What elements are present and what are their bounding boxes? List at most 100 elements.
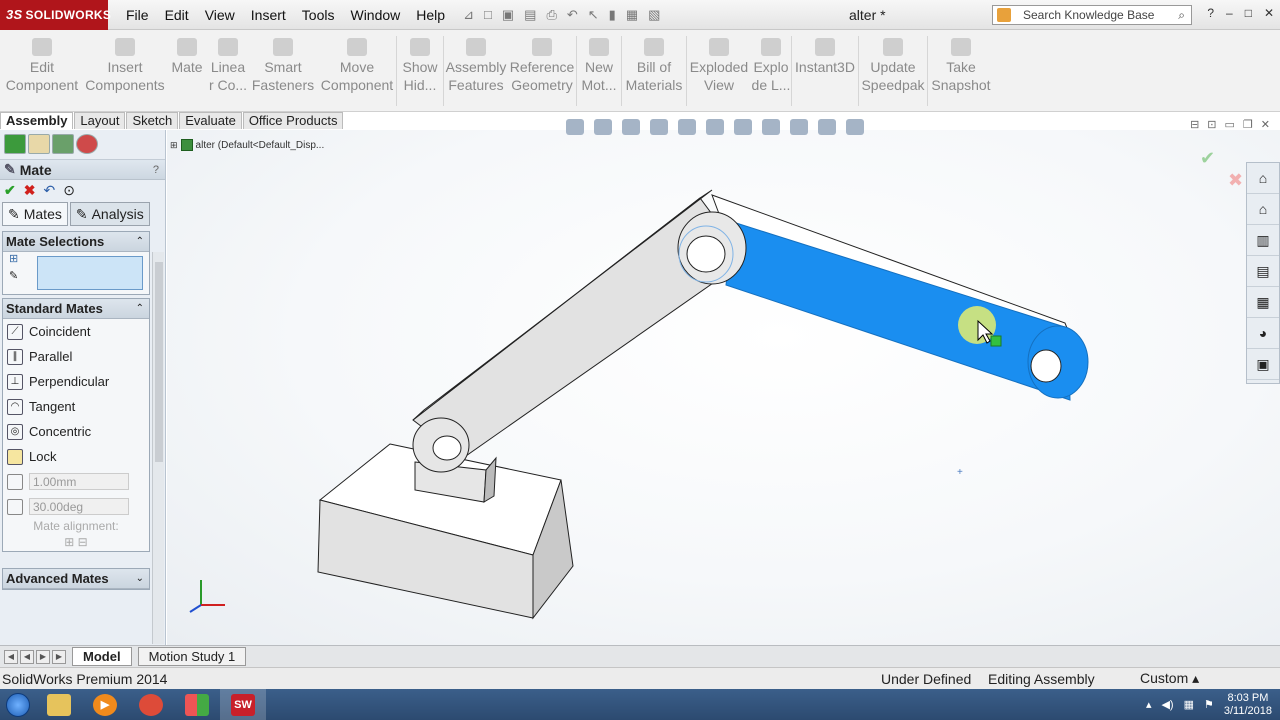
next-tab-icon[interactable]: ▶ xyxy=(36,649,50,664)
configuration-manager-tab-icon[interactable] xyxy=(52,134,74,154)
confirm-ok-icon[interactable]: ✔ xyxy=(1200,148,1215,169)
tab-evaluate[interactable]: Evaluate xyxy=(179,112,242,129)
property-manager-tab-icon[interactable] xyxy=(28,134,50,154)
volume-icon[interactable]: ◀) xyxy=(1161,698,1173,711)
clock[interactable]: 8:03 PM 3/11/2018 xyxy=(1224,692,1272,718)
design-library-icon[interactable]: ▥ xyxy=(1247,225,1279,256)
tab-layout[interactable]: Layout xyxy=(74,112,126,129)
tab-motion-study[interactable]: Motion Study 1 xyxy=(137,647,247,666)
undo-icon[interactable]: ↶ xyxy=(43,182,55,199)
edit-appearance-icon[interactable] xyxy=(790,119,808,135)
exploded-view-button[interactable]: Exploded View xyxy=(687,30,751,94)
tray-arrow-icon[interactable]: ▴ xyxy=(1146,698,1152,711)
feature-tree-tab-icon[interactable] xyxy=(4,134,26,154)
menu-help[interactable]: Help xyxy=(408,0,453,30)
show-hidden-components-button[interactable]: Show Hid... xyxy=(397,30,443,94)
feature-tree-root[interactable]: ⊞ alter (Default<Default_Disp... xyxy=(170,139,324,151)
explorer-app[interactable] xyxy=(36,689,82,720)
expand-icon[interactable]: ⊞ xyxy=(170,140,178,151)
cancel-icon[interactable]: ✖ xyxy=(24,182,36,199)
new-icon[interactable]: □ xyxy=(484,7,492,23)
pushpin-icon[interactable]: ⊙ xyxy=(63,182,75,199)
search-icon[interactable]: ⌕ xyxy=(1178,8,1185,23)
tab-assembly[interactable]: Assembly xyxy=(0,112,74,129)
tab-mates[interactable]: ✎ Mates xyxy=(2,202,68,226)
display-manager-tab-icon[interactable] xyxy=(76,134,98,154)
help-icon[interactable]: ? xyxy=(1207,6,1214,20)
property-manager-scrollbar[interactable] xyxy=(152,252,164,644)
edit-component-button[interactable]: Edit Component xyxy=(0,30,84,94)
collapse-icon[interactable]: ⌃ xyxy=(136,303,144,314)
perpendicular-mate[interactable]: ⊥ Perpendicular xyxy=(3,369,149,394)
confirm-cancel-icon[interactable]: ✖ xyxy=(1228,170,1243,191)
angle-input[interactable] xyxy=(29,498,129,515)
update-speedpak-button[interactable]: Update Speedpak xyxy=(859,30,927,94)
distance-input[interactable] xyxy=(29,473,129,490)
custom-properties-icon[interactable]: ▣ xyxy=(1247,349,1279,380)
network-icon[interactable]: ▦ xyxy=(1184,698,1194,711)
ok-icon[interactable]: ✔ xyxy=(4,182,16,199)
scrollbar-thumb[interactable] xyxy=(155,262,163,462)
tab-sketch[interactable]: Sketch xyxy=(126,112,179,129)
tab-analysis[interactable]: ✎ Analysis xyxy=(69,202,150,226)
section-view-icon[interactable] xyxy=(650,119,668,135)
explode-line-sketch-button[interactable]: Explo de L... xyxy=(751,30,791,94)
view-settings-icon[interactable] xyxy=(846,119,864,135)
viewport-split-icon[interactable]: ⊟ xyxy=(1190,118,1199,131)
pin-icon[interactable]: ⊿ xyxy=(463,7,474,23)
undo-icon[interactable]: ↶ xyxy=(567,7,578,23)
menu-file[interactable]: File xyxy=(118,0,157,30)
solidworks-logo[interactable]: 3S SOLIDWORKS xyxy=(0,0,111,30)
bill-of-materials-button[interactable]: Bill of Materials xyxy=(622,30,686,94)
mate-selections-header[interactable]: Mate Selections ⌃ xyxy=(3,232,149,252)
options-icon[interactable]: ▧ xyxy=(648,7,660,23)
appearances-icon[interactable]: ◕ xyxy=(1247,318,1279,349)
coincident-mate[interactable]: ⟋ Coincident xyxy=(3,319,149,344)
concentric-mate[interactable]: ◎ Concentric xyxy=(3,419,149,444)
previous-view-icon[interactable] xyxy=(622,119,640,135)
standard-mates-header[interactable]: Standard Mates ⌃ xyxy=(3,299,149,319)
mate-alignment-buttons[interactable]: ⊞ ⊟ xyxy=(3,535,149,551)
display-style-icon[interactable] xyxy=(734,119,752,135)
resources-icon[interactable]: ⌂ xyxy=(1247,163,1279,194)
advanced-mates-header[interactable]: Advanced Mates ⌄ xyxy=(3,569,149,589)
start-button[interactable] xyxy=(0,689,36,720)
viewport-minimize-icon[interactable]: ▭ xyxy=(1225,118,1235,131)
menu-tools[interactable]: Tools xyxy=(294,0,343,30)
save-icon[interactable]: ▤ xyxy=(524,7,536,23)
viewport-close-icon[interactable]: ✕ xyxy=(1261,118,1270,131)
expand-icon[interactable]: ⌄ xyxy=(136,573,144,584)
tab-model[interactable]: Model xyxy=(72,647,132,666)
view-palette-icon[interactable]: ▦ xyxy=(1247,287,1279,318)
viewport-tile-icon[interactable]: ⊡ xyxy=(1207,118,1216,131)
mate-selections-list[interactable] xyxy=(37,256,143,290)
prev-tab-icon[interactable]: ◀ xyxy=(20,649,34,664)
office-app[interactable] xyxy=(174,689,220,720)
search-input[interactable]: Search Knowledge Base ⌕ xyxy=(992,5,1192,25)
menu-view[interactable]: View xyxy=(197,0,243,30)
apply-scene-icon[interactable] xyxy=(818,119,836,135)
hide-show-items-icon[interactable] xyxy=(762,119,780,135)
view-orientation-icon[interactable] xyxy=(706,119,724,135)
take-snapshot-button[interactable]: Take Snapshot xyxy=(928,30,994,94)
file-explorer-icon[interactable]: ▤ xyxy=(1247,256,1279,287)
tangent-mate[interactable]: ◠ Tangent xyxy=(3,394,149,419)
media-player-app[interactable]: ▶ xyxy=(82,689,128,720)
new-motion-study-button[interactable]: New Mot... xyxy=(577,30,621,94)
insert-components-button[interactable]: Insert Components xyxy=(84,30,166,94)
units-selector[interactable]: Custom ▴ xyxy=(1140,670,1199,687)
smart-fasteners-button[interactable]: Smart Fasteners xyxy=(248,30,318,94)
rebuild-icon[interactable]: ▮ xyxy=(609,7,616,23)
assembly-features-button[interactable]: Assembly Features xyxy=(444,30,508,94)
mate-button[interactable]: Mate xyxy=(166,30,208,76)
file-properties-icon[interactable]: ▦ xyxy=(626,7,638,23)
tab-office-products[interactable]: Office Products xyxy=(242,112,344,129)
select-icon[interactable]: ↖ xyxy=(588,7,599,23)
instant3d-button[interactable]: Instant3D xyxy=(792,30,858,76)
print-icon[interactable]: ⎙ xyxy=(546,7,556,23)
move-component-button[interactable]: Move Component xyxy=(318,30,396,94)
reference-geometry-button[interactable]: Reference Geometry xyxy=(508,30,576,94)
menu-insert[interactable]: Insert xyxy=(243,0,294,30)
lock-mate[interactable]: Lock xyxy=(3,444,149,469)
home-icon[interactable]: ⌂ xyxy=(1247,194,1279,225)
